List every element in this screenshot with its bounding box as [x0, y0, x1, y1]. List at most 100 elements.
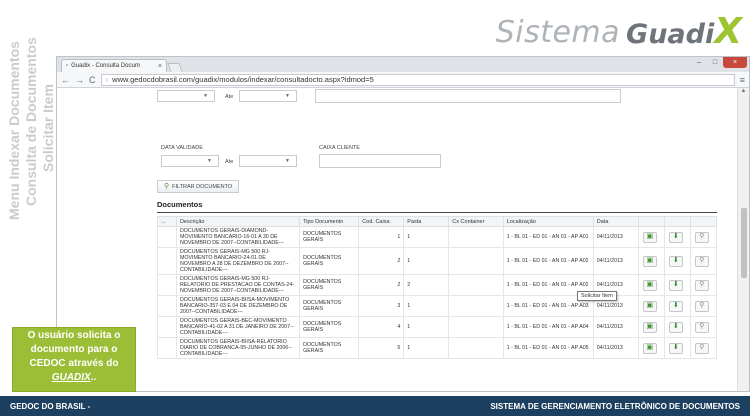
tab-bar: ▫ Guadix - Consulta Docum × – □ ×: [57, 57, 749, 72]
row-select-cell: [157, 274, 177, 296]
ate-label: Ate: [225, 159, 234, 165]
page-icon: ▫: [105, 75, 109, 84]
date-to-select[interactable]: [239, 90, 297, 102]
callout-box: O usuário solicita o documento para o CE…: [12, 327, 136, 392]
magnifier-icon[interactable]: ⚲: [694, 279, 709, 291]
description-cell: DOCUMENTOS GERAIS-BEC-MOVIMENTO BANCARIO…: [175, 316, 301, 338]
action-cell: ⬇: [663, 316, 691, 338]
table-row[interactable]: DOCUMENTOS GERAIS-BIISA-MOVIMENTO BANCAR…: [157, 295, 718, 317]
browser-tab[interactable]: ▫ Guadix - Consulta Docum ×: [61, 59, 167, 72]
search-icon: ⚲: [164, 182, 170, 190]
table-header-row: ... Descrição Tipo Documento Cod. Caixa …: [157, 216, 718, 227]
validade-to-select[interactable]: [239, 155, 297, 167]
action-cell: ⚲: [689, 247, 718, 275]
column-header[interactable]: Pasta: [403, 216, 450, 227]
text-field[interactable]: [315, 89, 621, 103]
scrollbar-thumb[interactable]: [741, 208, 747, 278]
cod-caixa-cell: 2: [358, 274, 405, 296]
pasta-cell: 1: [403, 226, 450, 248]
action-cell: ⚲: [689, 316, 718, 338]
column-header[interactable]: Cod. Caixa: [358, 216, 405, 227]
document-view-icon[interactable]: ▣: [642, 342, 657, 354]
tipo-cell: DOCUMENTOS GERAIS: [299, 274, 360, 296]
action-cell: ⚲: [689, 274, 718, 296]
table-row[interactable]: DOCUMENTOS GERAIS-DIAMOND-MOVIMENTO BANC…: [157, 226, 718, 248]
menu-icon[interactable]: ≡: [740, 75, 745, 85]
download-icon[interactable]: ⬇: [668, 300, 683, 312]
forward-arrow-icon[interactable]: →: [75, 75, 84, 85]
back-arrow-icon[interactable]: ←: [61, 75, 70, 85]
magnifier-icon[interactable]: ⚲: [694, 255, 709, 267]
column-header[interactable]: Tipo Documento: [299, 216, 360, 227]
column-header[interactable]: Descrição: [175, 216, 301, 227]
cx-container-cell: [448, 226, 504, 248]
close-tab-icon[interactable]: ×: [158, 63, 162, 70]
callout-tail: ..: [90, 372, 97, 383]
scrollbar[interactable]: ▲: [737, 88, 749, 391]
reload-icon[interactable]: C: [89, 75, 96, 85]
column-header: [637, 216, 665, 227]
action-cell: ▣: [637, 295, 665, 317]
caixa-cliente-input[interactable]: [319, 154, 441, 168]
cx-container-cell: [448, 247, 504, 275]
download-icon[interactable]: ⬇: [668, 321, 683, 333]
logo-letter-x: X: [714, 11, 742, 52]
download-icon[interactable]: ⬇: [668, 231, 683, 243]
document-view-icon[interactable]: ▣: [642, 300, 657, 312]
documents-divider: [157, 212, 717, 213]
download-icon[interactable]: ⬇: [668, 279, 683, 291]
filter-button[interactable]: ⚲ FILTRAR DOCUMENTO: [157, 180, 240, 193]
table-row[interactable]: DOCUMENTOS GERAIS-MG 500 RJ-RELATORIO DE…: [157, 274, 718, 296]
pasta-cell: 1: [403, 337, 450, 359]
close-window-button[interactable]: ×: [723, 57, 747, 68]
table-row[interactable]: DOCUMENTOS GERAIS-BEC-MOVIMENTO BANCARIO…: [157, 316, 718, 338]
column-header[interactable]: Localização: [502, 216, 594, 227]
date-from-select[interactable]: [157, 90, 215, 102]
callout-text: O usuário solicita o documento para o CE…: [27, 330, 121, 369]
new-tab-button[interactable]: [167, 63, 183, 72]
row-select-cell: [157, 337, 177, 359]
table-row[interactable]: DOCUMENTOS GERAIS-BIISA-RELATORIO DIARIO…: [157, 337, 718, 359]
document-view-icon[interactable]: ▣: [642, 231, 657, 243]
scroll-up-arrow-icon[interactable]: ▲: [738, 88, 749, 94]
maximize-button[interactable]: □: [707, 57, 723, 68]
column-header[interactable]: Cx Container: [448, 216, 504, 227]
url-field[interactable]: ▫ www.gedocdobrasil.com/guadix/modulos/i…: [100, 73, 735, 86]
cx-container-cell: [448, 316, 504, 338]
pasta-cell: 1: [403, 247, 450, 275]
side-title-menu-indexar: Menu Indexar Documentos: [6, 41, 22, 220]
download-icon[interactable]: ⬇: [668, 342, 683, 354]
validade-from-select[interactable]: [161, 155, 219, 167]
action-cell: ⚲: [689, 226, 718, 248]
filter-button-label: FILTRAR DOCUMENTO: [172, 183, 233, 190]
ate-label: Ate: [225, 94, 234, 100]
document-view-icon[interactable]: ▣: [642, 279, 657, 291]
cod-caixa-cell: 3: [358, 295, 405, 317]
tab-title: Guadix - Consulta Docum: [71, 63, 140, 69]
cx-container-cell: [448, 274, 504, 296]
data-cell: 04/11/2013: [592, 247, 639, 275]
document-view-icon[interactable]: ▣: [642, 321, 657, 333]
side-titles: Menu Indexar Documentos Consulta de Docu…: [0, 37, 58, 360]
cx-container-cell: [448, 295, 504, 317]
magnifier-icon[interactable]: ⚲: [694, 231, 709, 243]
data-cell: 04/11/2013: [592, 226, 639, 248]
pasta-cell: 1: [403, 295, 450, 317]
magnifier-icon[interactable]: ⚲: [694, 342, 709, 354]
action-cell: ▣: [637, 247, 665, 275]
sistema-guadix-logo: Sistema Guadi X: [496, 10, 742, 52]
action-cell: ▣: [637, 337, 665, 359]
documents-table: ... Descrição Tipo Documento Cod. Caixa …: [157, 216, 718, 359]
minimize-button[interactable]: –: [691, 57, 707, 68]
column-header: [663, 216, 691, 227]
column-header[interactable]: Data: [592, 216, 639, 227]
action-cell: ⬇: [663, 295, 691, 317]
cx-container-cell: [448, 337, 504, 359]
url-text: www.gedocdobrasil.com/guadix/modulos/ind…: [112, 75, 374, 84]
cod-caixa-cell: 2: [358, 247, 405, 275]
table-row[interactable]: DOCUMENTOS GERAIS-MG 500 RJ-MOVIMENTO BA…: [157, 247, 718, 275]
download-icon[interactable]: ⬇: [668, 255, 683, 267]
document-view-icon[interactable]: ▣: [642, 255, 657, 267]
magnifier-icon[interactable]: ⚲: [694, 300, 709, 312]
magnifier-icon[interactable]: ⚲: [694, 321, 709, 333]
